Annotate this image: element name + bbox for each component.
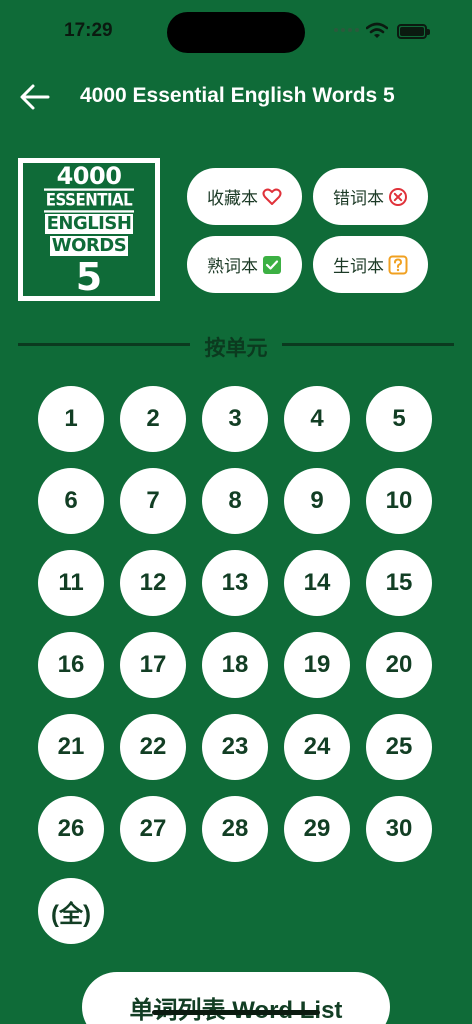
unit-button[interactable]: 10	[366, 468, 432, 534]
unit-button[interactable]: 13	[202, 550, 268, 616]
known-words-button[interactable]: 熟词本	[187, 236, 302, 293]
unit-button[interactable]: 20	[366, 632, 432, 698]
arrow-left-icon	[20, 84, 50, 110]
mistakes-button[interactable]: 错词本	[313, 168, 428, 225]
unit-button[interactable]: 26	[38, 796, 104, 862]
unit-button[interactable]: 1	[38, 386, 104, 452]
status-bar: 17:29	[0, 0, 472, 60]
battery-icon	[397, 24, 430, 39]
unit-button[interactable]: 25	[366, 714, 432, 780]
unit-button[interactable]: 12	[120, 550, 186, 616]
new-words-label: 生词本	[333, 257, 384, 276]
cover-text-4000: 4000	[56, 161, 122, 190]
unit-button[interactable]: 14	[284, 550, 350, 616]
unit-button[interactable]: 19	[284, 632, 350, 698]
divider-line	[282, 343, 454, 346]
unit-button[interactable]: 11	[38, 550, 104, 616]
cover-text-volume: 5	[75, 254, 103, 299]
unit-button[interactable]: 22	[120, 714, 186, 780]
unit-button[interactable]: 28	[202, 796, 268, 862]
signal-dots-icon	[334, 28, 359, 32]
by-unit-label: 按单元	[204, 337, 268, 360]
unit-button[interactable]: 16	[38, 632, 104, 698]
unit-button[interactable]: 23	[202, 714, 268, 780]
known-words-label: 熟词本	[207, 257, 258, 276]
unit-button[interactable]: 27	[120, 796, 186, 862]
page-title: 4000 Essential English Words 5	[80, 84, 395, 107]
unit-button[interactable]: 5	[366, 386, 432, 452]
home-indicator	[152, 1010, 320, 1015]
word-list-button[interactable]: 单词列表 Word List	[82, 972, 390, 1024]
cover-text-words: WORDS	[49, 234, 129, 256]
unit-button[interactable]: 9	[284, 468, 350, 534]
unit-button[interactable]: 18	[202, 632, 268, 698]
unit-button[interactable]: 15	[366, 550, 432, 616]
x-circle-icon	[389, 187, 407, 206]
unit-button[interactable]: 8	[202, 468, 268, 534]
unit-grid: 1 2 3 4 5 6 7 8 9 10 11 12 13 14 15 16 17 18 19 20 21 22 23 24 2…	[38, 386, 432, 944]
check-box-icon	[263, 255, 281, 274]
unit-button[interactable]: 3	[202, 386, 268, 452]
unit-button[interactable]: 21	[38, 714, 104, 780]
cover-text-english: ENGLISH	[44, 212, 134, 234]
favorites-button[interactable]: 收藏本	[187, 168, 302, 225]
mistakes-label: 错词本	[333, 189, 384, 208]
cover-text-essential: ESSENTIAL	[43, 187, 135, 213]
back-button[interactable]	[18, 82, 52, 112]
heart-icon	[262, 188, 282, 205]
unit-button[interactable]: 17	[120, 632, 186, 698]
unit-button[interactable]: (全)	[38, 878, 104, 944]
unit-button[interactable]: 30	[366, 796, 432, 862]
unit-button[interactable]: 2	[120, 386, 186, 452]
wifi-icon	[366, 22, 388, 38]
unit-button[interactable]: 7	[120, 468, 186, 534]
unit-button[interactable]: 29	[284, 796, 350, 862]
book-cover: 4000 ESSENTIAL ENGLISH WORDS 5	[18, 158, 160, 301]
favorites-label: 收藏本	[207, 189, 258, 208]
dynamic-island	[167, 12, 305, 53]
unit-button[interactable]: 6	[38, 468, 104, 534]
by-unit-divider: 按单元	[18, 332, 454, 360]
new-words-button[interactable]: 生词本	[313, 236, 428, 293]
word-list-label: 单词列表 Word List	[130, 997, 343, 1024]
question-box-icon	[388, 255, 408, 274]
unit-button[interactable]: 24	[284, 714, 350, 780]
divider-line	[18, 343, 190, 346]
unit-button[interactable]: 4	[284, 386, 350, 452]
status-time: 17:29	[64, 20, 113, 41]
